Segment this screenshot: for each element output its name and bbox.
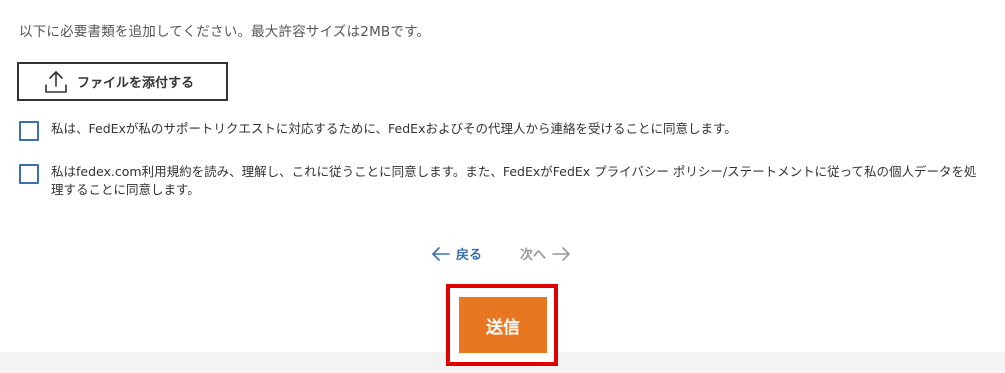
next-label: 次へ — [520, 248, 547, 263]
consent-terms-row: 私はfedex.com利用規約を読み、理解し、これに従うことに同意します。また、… — [19, 164, 981, 199]
support-form-footer: 以下に必要書類を追加してください。最大許容サイズは2MBです。 ファイルを添付す… — [0, 0, 1005, 373]
upload-icon — [45, 70, 67, 93]
consent-terms-text: 私はfedex.com利用規約を読み、理解し、これに従うことに同意します。また、… — [51, 164, 977, 197]
arrow-right-icon — [552, 246, 570, 261]
submit-button[interactable]: 送信 — [459, 297, 547, 353]
attach-file-button[interactable]: ファイルを添付する — [17, 62, 228, 101]
arrow-left-icon — [432, 246, 450, 261]
attach-file-label: ファイルを添付する — [77, 76, 195, 91]
step-navigation: 戻る 次へ — [0, 244, 1005, 264]
consent-contact-row: 私は、FedExが私のサポートリクエストに対応するために、FedExおよびその代… — [19, 121, 737, 141]
consent-contact-checkbox[interactable] — [19, 121, 39, 141]
consent-terms-checkbox[interactable] — [19, 164, 39, 184]
consent-contact-text: 私は、FedExが私のサポートリクエストに対応するために、FedExおよびその代… — [51, 121, 737, 136]
next-link[interactable]: 次へ — [520, 244, 570, 263]
instruction-text: 以下に必要書類を追加してください。最大許容サイズは2MBです。 — [19, 24, 431, 40]
back-label: 戻る — [456, 248, 483, 263]
back-link[interactable]: 戻る — [432, 244, 482, 263]
